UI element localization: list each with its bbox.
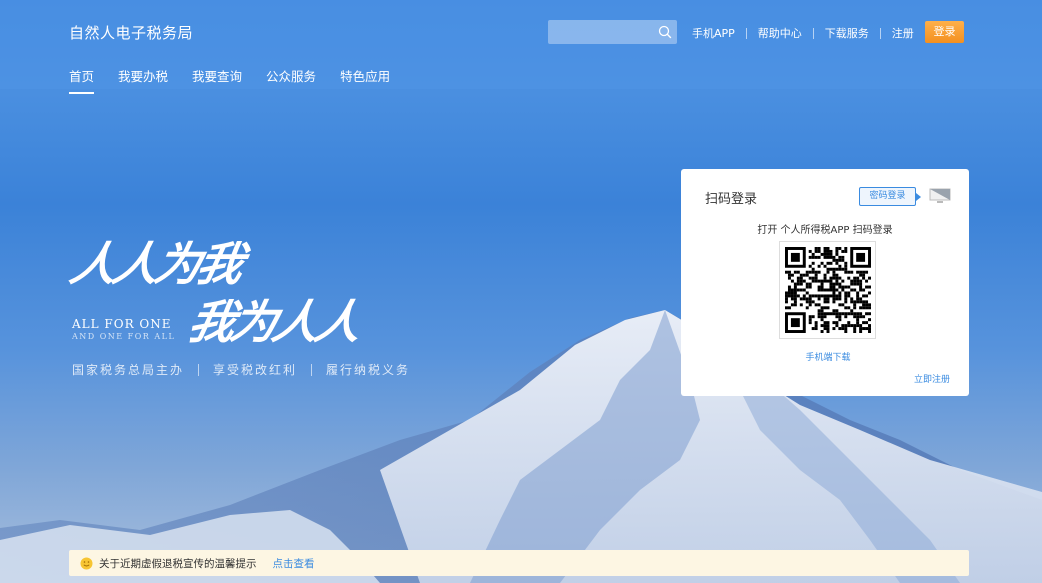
- subtitle-organizer: 国家税务总局主办: [72, 363, 185, 377]
- hero-slogan: 人人为我 我为人人 ALL FOR ONE AND ONE FOR ALL 国家…: [66, 228, 410, 383]
- search-box[interactable]: [548, 20, 677, 44]
- divider: [812, 27, 814, 39]
- register-now-link[interactable]: 立即注册: [914, 372, 950, 385]
- smile-icon: [80, 557, 93, 569]
- qr-code: [779, 241, 876, 339]
- computer-icon[interactable]: [929, 187, 951, 205]
- divider: [198, 363, 200, 376]
- search-input[interactable]: [548, 20, 656, 44]
- site-title[interactable]: 自然人电子税务局: [69, 22, 193, 43]
- notice-bar: 关于近期虚假退税宣传的温馨提示 点击查看: [69, 550, 969, 576]
- notice-view-link[interactable]: 点击查看: [273, 556, 315, 571]
- download-service-link[interactable]: 下载服务: [825, 25, 869, 41]
- slogan-line-2: 我为人人: [183, 295, 364, 349]
- slogan-subtitles: 国家税务总局主办 享受税改红利 履行纳税义务: [72, 361, 410, 378]
- tab-featured-apps[interactable]: 特色应用: [340, 66, 390, 90]
- mobile-download-link[interactable]: 手机端下载: [681, 350, 975, 363]
- notice-text[interactable]: 关于近期虚假退税宣传的温馨提示: [99, 556, 257, 571]
- tab-query[interactable]: 我要查询: [192, 66, 242, 90]
- top-navigation-bar: 自然人电子税务局 手机APP 帮助中心 下载服务 注册 登录 首页 我要办税 我…: [0, 0, 1042, 94]
- mobile-app-link[interactable]: 手机APP: [692, 25, 735, 41]
- main-nav: 首页 我要办税 我要查询 公众服务 特色应用: [69, 66, 414, 94]
- login-card: 扫码登录 密码登录 打开 个人所得税APP 扫码登录 手机端下载 立即注册: [681, 169, 969, 396]
- scan-hint: 打开 个人所得税APP 扫码登录: [757, 225, 893, 236]
- help-center-link[interactable]: 帮助中心: [758, 25, 802, 41]
- register-link[interactable]: 注册: [892, 25, 914, 41]
- divider: [311, 363, 313, 376]
- slogan-english-1: ALL FOR ONE: [72, 317, 172, 331]
- divider: [745, 27, 747, 39]
- top-links: 手机APP 帮助中心 下载服务 注册: [692, 25, 914, 41]
- slogan-line-1: 人人为我: [65, 237, 246, 291]
- qr-code-image: [785, 247, 871, 333]
- search-icon[interactable]: [657, 24, 673, 40]
- subtitle-duty: 履行纳税义务: [326, 363, 411, 377]
- divider: [879, 27, 881, 39]
- slogan-english-2: AND ONE FOR ALL: [72, 332, 176, 341]
- tab-tax-filing[interactable]: 我要办税: [118, 66, 168, 90]
- subtitle-benefit: 享受税改红利: [213, 363, 298, 377]
- tab-public-service[interactable]: 公众服务: [266, 66, 316, 90]
- login-button[interactable]: 登录: [925, 21, 964, 43]
- password-login-button[interactable]: 密码登录: [859, 187, 921, 206]
- card-title: 扫码登录: [705, 192, 758, 207]
- tab-home[interactable]: 首页: [69, 66, 95, 94]
